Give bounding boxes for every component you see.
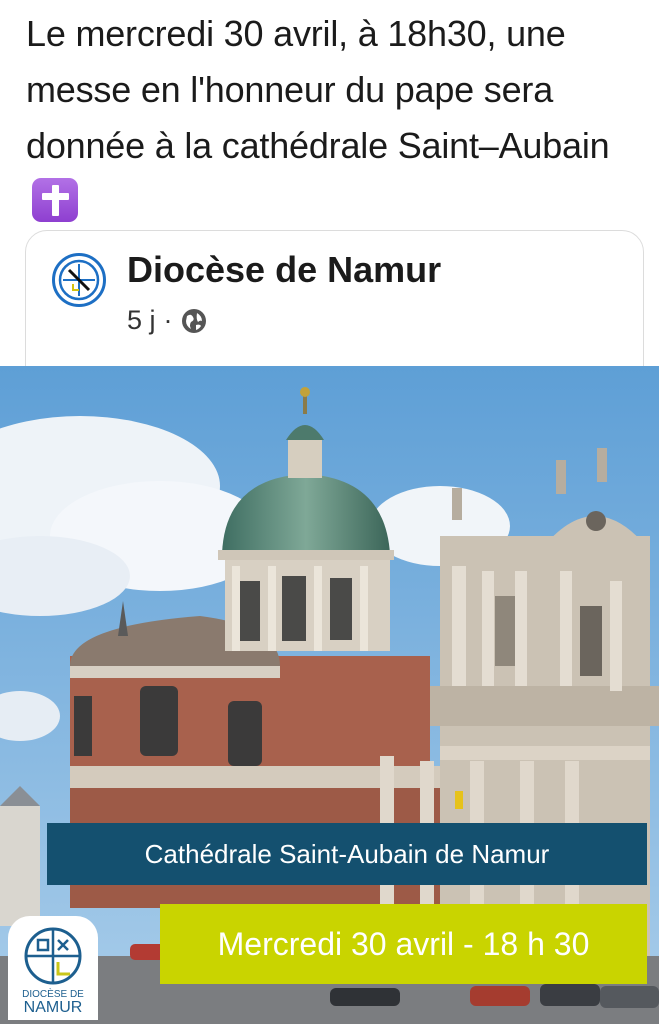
meta-separator: ·: [163, 305, 173, 335]
post-caption: Le mercredi 30 avril, à 18h30, une messe…: [26, 6, 646, 230]
date-banner: Mercredi 30 avril - 18 h 30: [160, 904, 647, 984]
diocese-logo-icon: [58, 259, 100, 301]
diocese-logo-badge: DIOCÈSE DE NAMUR: [8, 916, 98, 1020]
diocese-emblem-icon: [24, 927, 82, 985]
page-name-link[interactable]: Diocèse de Namur: [127, 249, 441, 291]
post-age[interactable]: 5 j: [127, 305, 156, 336]
logo-line-2: NAMUR: [23, 999, 83, 1016]
page-avatar[interactable]: [52, 253, 106, 307]
post-meta: 5 j ·: [127, 305, 207, 336]
location-banner: Cathédrale Saint-Aubain de Namur: [47, 823, 647, 885]
latin-cross-icon: [32, 178, 78, 222]
globe-icon: [181, 308, 206, 333]
post-text: Le mercredi 30 avril, à 18h30, une messe…: [26, 13, 610, 166]
diocese-logo-wordmark: DIOCÈSE DE NAMUR: [8, 988, 98, 1016]
